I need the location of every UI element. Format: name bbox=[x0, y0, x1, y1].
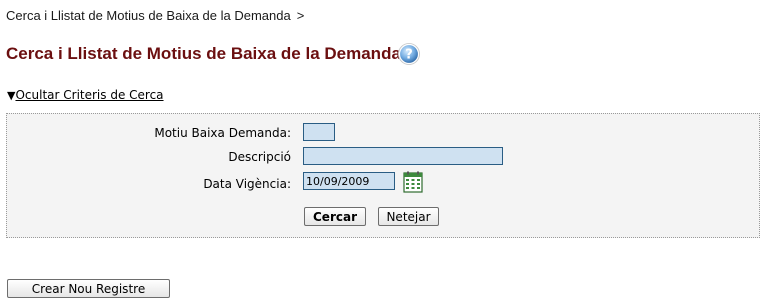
descripcio-label: Descripció bbox=[228, 150, 291, 164]
toggle-search-criteria[interactable]: ▼Ocultar Criteris de Cerca bbox=[7, 88, 164, 102]
toggle-search-criteria-link[interactable]: Ocultar Criteris de Cerca bbox=[15, 88, 163, 102]
data-vigencia-input[interactable] bbox=[303, 172, 395, 190]
clear-button[interactable]: Netejar bbox=[378, 207, 439, 226]
svg-text:?: ? bbox=[405, 48, 413, 63]
help-icon[interactable]: ? bbox=[397, 42, 421, 66]
breadcrumb: Cerca i Llistat de Motius de Baixa de la… bbox=[6, 8, 304, 23]
motiu-input[interactable] bbox=[303, 123, 335, 141]
data-vigencia-label: Data Vigència: bbox=[203, 177, 291, 191]
descripcio-input[interactable] bbox=[303, 147, 503, 165]
calendar-icon[interactable] bbox=[403, 171, 423, 193]
create-record-button[interactable]: Crear Nou Registre bbox=[7, 279, 170, 298]
page-title: Cerca i Llistat de Motius de Baixa de la… bbox=[6, 44, 401, 63]
search-button[interactable]: Cercar bbox=[304, 207, 366, 226]
motiu-label: Motiu Baixa Demanda: bbox=[154, 126, 291, 140]
breadcrumb-separator: > bbox=[296, 8, 305, 23]
breadcrumb-current[interactable]: Cerca i Llistat de Motius de Baixa de la… bbox=[6, 8, 291, 23]
